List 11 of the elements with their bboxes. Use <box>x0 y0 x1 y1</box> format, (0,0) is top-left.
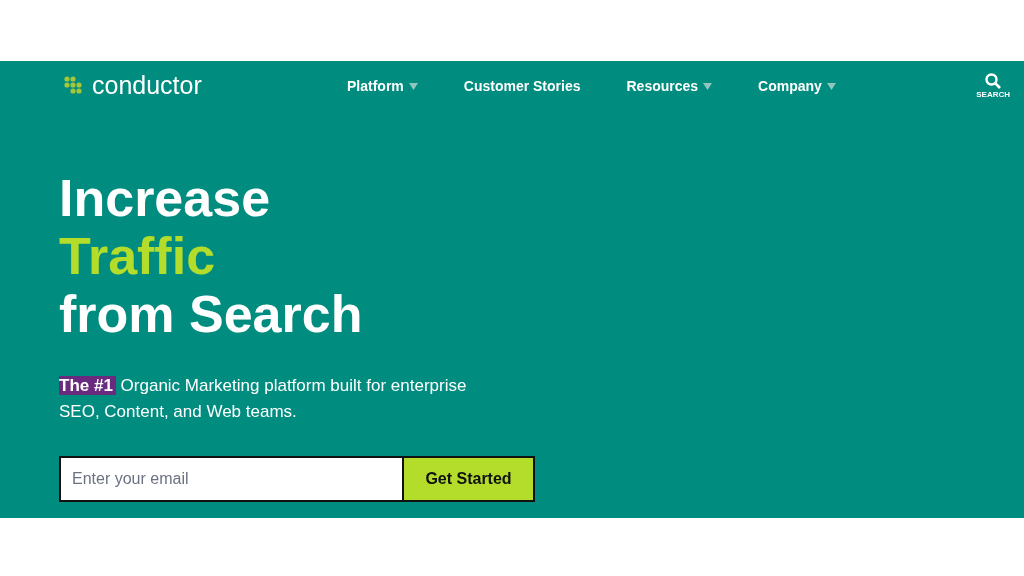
search-icon <box>985 73 1002 89</box>
logo-text: conductor <box>92 72 202 98</box>
headline-text: from Search <box>59 285 363 343</box>
nav-link[interactable]: Company <box>758 75 836 97</box>
search-button[interactable]: SEARCH <box>976 73 1010 99</box>
headline-text: Increase <box>59 169 271 227</box>
nav-link[interactable]: Resources <box>626 75 713 97</box>
nav-link[interactable]: Customer Stories <box>463 75 581 97</box>
headline-text: Traffic <box>59 227 216 285</box>
tagline-text: The #1 Organic Marketing platform built for enterprise SEO, Content, and Web teams. <box>59 375 468 423</box>
nav-link[interactable]: Platform <box>347 75 418 97</box>
